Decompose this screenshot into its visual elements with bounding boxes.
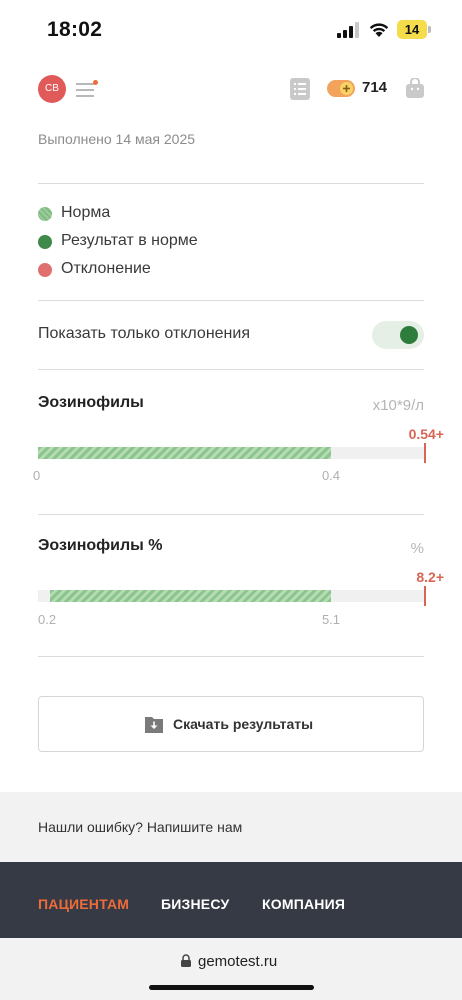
legend-item-norm: Норма	[38, 204, 338, 224]
test-unit: x10*9/л	[372, 397, 424, 414]
url-text[interactable]: gemotest.ru	[198, 953, 277, 970]
home-indicator[interactable]	[149, 985, 314, 990]
divider	[38, 183, 424, 184]
orders-list-icon[interactable]	[290, 78, 310, 100]
legend-norm-dot	[38, 207, 52, 221]
completed-date: Выполнено 14 мая 2025	[38, 131, 196, 147]
coins-count: 714	[362, 79, 388, 96]
result-bar-track	[38, 586, 426, 606]
test-title: Эозинофилы	[38, 394, 144, 411]
battery-indicator: 14	[397, 20, 431, 39]
legend-item-result-normal: Результат в норме	[38, 232, 338, 252]
menu-icon[interactable]	[76, 80, 98, 98]
legend-label: Норма	[61, 204, 111, 221]
bonus-coins-icon[interactable]	[327, 80, 355, 97]
footer-link-company[interactable]: КОМПАНИЯ	[262, 896, 345, 912]
wifi-icon	[369, 23, 389, 37]
test-value: 8.2+	[416, 569, 444, 585]
divider	[38, 300, 424, 301]
divider	[38, 656, 424, 657]
deviations-only-toggle[interactable]	[372, 321, 424, 349]
norm-range-fill	[49, 590, 331, 602]
norm-min-label: 0.2	[38, 612, 57, 627]
footer-nav: ПАЦИЕНТАМ БИЗНЕСУ КОМПАНИЯ	[0, 862, 462, 938]
download-label: Скачать результаты	[173, 716, 314, 732]
deviations-only-label: Показать только отклонения	[38, 325, 250, 342]
status-bar: 18:02 14	[0, 0, 462, 60]
norm-range-fill	[38, 447, 331, 459]
legend-item-deviation: Отклонение	[38, 260, 338, 280]
status-time: 18:02	[47, 18, 103, 41]
legend-label: Результат в норме	[61, 232, 198, 249]
test-title: Эозинофилы %	[38, 537, 163, 554]
lock-icon	[181, 954, 191, 967]
feedback-link[interactable]: Нашли ошибку? Напишите нам	[38, 819, 242, 835]
divider	[38, 369, 424, 370]
cart-bag-icon[interactable]	[406, 78, 424, 98]
legend-label: Отклонение	[61, 260, 151, 277]
browser-address-bar[interactable]: gemotest.ru	[0, 938, 462, 1000]
result-bar-track	[38, 443, 426, 463]
divider	[38, 514, 424, 515]
result-marker	[424, 586, 426, 606]
footer-link-patients[interactable]: ПАЦИЕНТАМ	[38, 896, 129, 912]
feedback-section: Нашли ошибку? Напишите нам	[0, 792, 462, 862]
test-unit: %	[410, 540, 424, 557]
norm-max-label: 0.4	[321, 468, 341, 483]
legend-result-normal-dot	[38, 235, 52, 249]
download-results-button[interactable]: Скачать результаты	[38, 696, 424, 752]
download-folder-icon	[145, 717, 163, 733]
cellular-signal-icon	[337, 22, 359, 38]
result-marker	[424, 443, 426, 463]
battery-level: 14	[404, 22, 420, 37]
footer-link-business[interactable]: БИЗНЕСУ	[161, 896, 229, 912]
norm-max-label: 5.1	[321, 612, 341, 627]
toggle-knob	[400, 326, 418, 344]
test-value: 0.54+	[408, 426, 444, 442]
app-header: СВ 714	[0, 70, 462, 110]
norm-min-label: 0	[33, 468, 41, 483]
avatar[interactable]: СВ	[38, 75, 66, 103]
legend-deviation-dot	[38, 263, 52, 277]
